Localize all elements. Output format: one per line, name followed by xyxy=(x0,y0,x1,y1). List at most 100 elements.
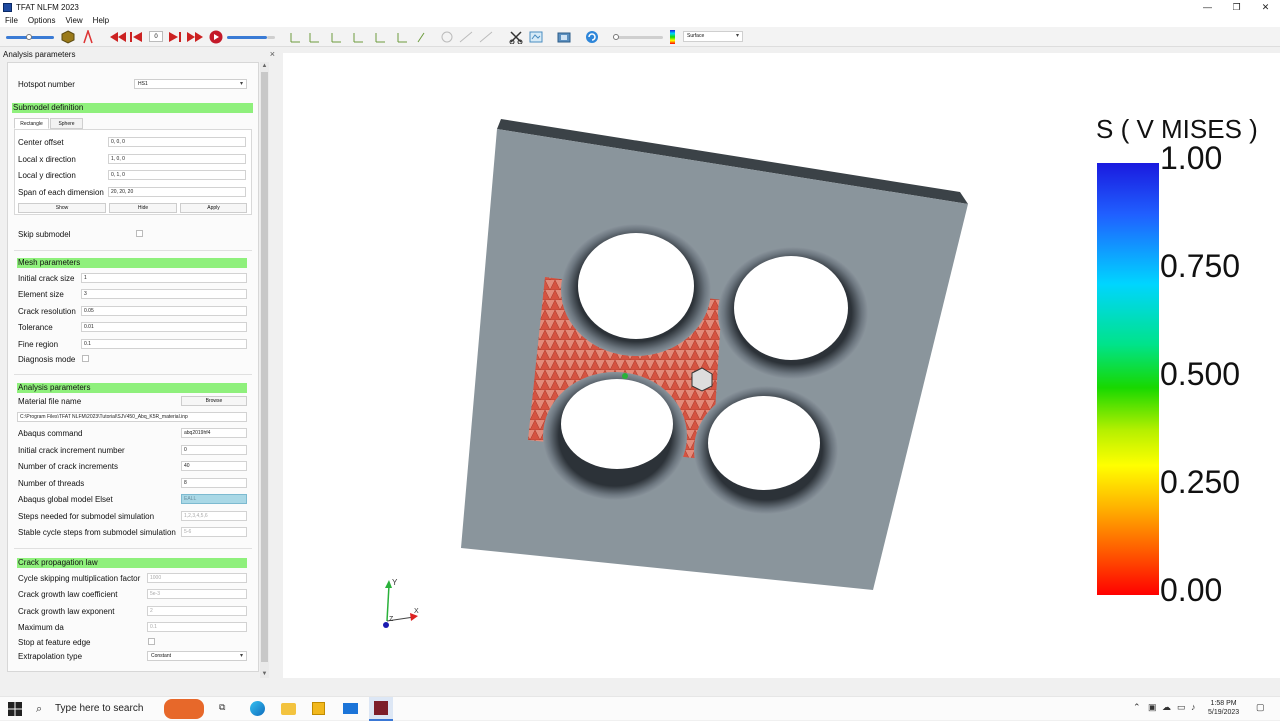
cut-icon[interactable] xyxy=(508,29,524,45)
extrapolation-select[interactable]: Constant ▾ xyxy=(147,651,247,661)
browse-button[interactable]: Browse xyxy=(181,396,247,406)
hide-button[interactable]: Hide xyxy=(109,203,177,213)
store-icon[interactable] xyxy=(312,702,325,715)
analysis-header: Analysis parameters xyxy=(17,383,247,393)
scroll-down-icon[interactable]: ▼ xyxy=(260,670,269,678)
fast-forward-icon[interactable] xyxy=(187,29,203,45)
panel-header: Analysis parameters × xyxy=(0,48,279,61)
maximize-button[interactable]: ❐ xyxy=(1222,0,1251,14)
tray-chevron-icon[interactable]: ⌃ xyxy=(1133,702,1141,713)
hole-1 xyxy=(561,224,711,356)
material-path-field[interactable]: C:\Program Files\TFAT NLFM\2023\Tutorial… xyxy=(17,412,247,422)
axis-triad: Y Z X xyxy=(383,578,419,628)
menu-help[interactable]: Help xyxy=(88,14,114,27)
show-button[interactable]: Show xyxy=(18,203,106,213)
task-view-icon[interactable]: ⧉ xyxy=(219,702,225,713)
center-offset-field[interactable]: 0, 0, 0 xyxy=(108,137,246,147)
cloud-icon[interactable]: ☁ xyxy=(1162,702,1171,713)
skip-submodel-checkbox[interactable] xyxy=(136,230,143,237)
animation-slider[interactable] xyxy=(227,33,275,41)
legend-tick: 1.00 xyxy=(1160,140,1223,176)
elset-field[interactable]: EALL xyxy=(181,494,247,504)
crack-resolution-field[interactable]: 0.05 xyxy=(81,306,247,316)
abaqus-command-label: Abaqus command xyxy=(18,429,83,438)
menu-view[interactable]: View xyxy=(60,14,87,27)
camera-icon[interactable] xyxy=(556,29,572,45)
clock[interactable]: 1:58 PM 5/19/2023 xyxy=(1208,699,1239,717)
view-icon[interactable] xyxy=(528,29,544,45)
max-da-field[interactable]: 0.1 xyxy=(147,622,247,632)
crack-icon[interactable] xyxy=(81,29,95,45)
cycle-skipping-field[interactable]: 1000 xyxy=(147,573,247,583)
tab-sphere[interactable]: Sphere xyxy=(50,118,83,129)
plate-model[interactable] xyxy=(440,110,980,600)
menu-options[interactable]: Options xyxy=(23,14,61,27)
scroll-thumb[interactable] xyxy=(261,72,268,662)
local-y-field[interactable]: 0, 1, 0 xyxy=(108,170,246,180)
close-button[interactable]: ✕ xyxy=(1251,0,1280,14)
shield-icon[interactable] xyxy=(60,29,76,45)
diagnosis-mode-checkbox[interactable] xyxy=(82,355,89,362)
minimize-button[interactable]: — xyxy=(1193,0,1222,14)
opacity-slider[interactable] xyxy=(613,33,663,41)
tray-app-icon[interactable]: ▣ xyxy=(1148,702,1157,713)
menu-file[interactable]: File xyxy=(0,14,23,27)
material-file-label: Material file name xyxy=(18,397,82,406)
num-increments-field[interactable]: 40 xyxy=(181,461,247,471)
scale-slider[interactable] xyxy=(6,33,54,41)
stable-steps-field[interactable]: 5-6 xyxy=(181,527,247,537)
tfat-app-icon[interactable] xyxy=(369,697,393,721)
chevron-down-icon: ▾ xyxy=(239,653,243,659)
initial-increment-field[interactable]: 0 xyxy=(181,445,247,455)
file-explorer-icon[interactable] xyxy=(281,703,296,715)
element-size-field[interactable]: 3 xyxy=(81,289,247,299)
span-field[interactable]: 20, 20, 20 xyxy=(108,187,246,197)
extrapolation-label: Extrapolation type xyxy=(18,652,83,661)
initial-crack-size-field[interactable]: 1 xyxy=(81,273,247,283)
stable-steps-label: Stable cycle steps from submodel simulat… xyxy=(18,528,176,537)
scroll-up-icon[interactable]: ▲ xyxy=(260,62,269,70)
steps-needed-label: Steps needed for submodel simulation xyxy=(18,512,155,521)
window-title: TFAT NLFM 2023 xyxy=(16,2,79,12)
max-da-label: Maximum da xyxy=(18,623,64,632)
record-icon[interactable] xyxy=(208,29,224,45)
volume-icon[interactable]: ♪ xyxy=(1191,702,1196,712)
display-mode-select[interactable]: Surface ▾ xyxy=(683,31,743,42)
tolerance-label: Tolerance xyxy=(18,323,53,332)
search-icon[interactable]: ⌕ xyxy=(36,703,42,716)
apply-button[interactable]: Apply xyxy=(180,203,247,213)
local-x-field[interactable]: 1, 0, 0 xyxy=(108,154,246,164)
panel-scrollbar[interactable]: ▲ ▼ xyxy=(260,62,269,678)
step-back-icon[interactable] xyxy=(130,29,144,45)
fine-region-label: Fine region xyxy=(18,340,59,349)
axes-icons[interactable] xyxy=(288,29,428,45)
tab-rectangle[interactable]: Rectangle xyxy=(14,118,49,129)
coefficient-field[interactable]: 5e-3 xyxy=(147,589,247,599)
hotspot-select[interactable]: HS1 ▾ xyxy=(134,79,247,89)
mesh-header: Mesh parameters xyxy=(17,258,247,268)
center-offset-label: Center offset xyxy=(18,138,64,147)
threads-field[interactable]: 8 xyxy=(181,478,247,488)
fine-region-field[interactable]: 0.1 xyxy=(81,339,247,349)
exponent-field[interactable]: 2 xyxy=(147,606,247,616)
num-increments-label: Number of crack increments xyxy=(18,462,119,471)
diagnosis-mode-label: Diagnosis mode xyxy=(18,355,76,364)
abaqus-command-field[interactable]: abq2019hf4 xyxy=(181,428,247,438)
mail-icon[interactable] xyxy=(343,703,358,714)
windows-start-icon[interactable] xyxy=(8,702,22,716)
stop-feature-checkbox[interactable] xyxy=(148,638,155,645)
panel-close-icon[interactable]: × xyxy=(270,49,275,59)
notifications-icon[interactable]: ▢ xyxy=(1256,702,1265,713)
frame-input[interactable]: 0 xyxy=(149,31,163,42)
steps-needed-field[interactable]: 1,2,3,4,5,6 xyxy=(181,511,247,521)
refresh-icon[interactable] xyxy=(584,29,600,45)
rewind-icon[interactable] xyxy=(110,29,126,45)
play-icon[interactable] xyxy=(169,29,183,45)
taskbar-search[interactable]: Type here to search xyxy=(55,703,143,714)
legend-tick: 0.750 xyxy=(1160,248,1241,284)
elset-label: Abaqus global model Elset xyxy=(18,495,113,504)
color-map-icon[interactable] xyxy=(667,29,677,45)
tolerance-field[interactable]: 0.01 xyxy=(81,322,247,332)
edge-icon[interactable] xyxy=(250,701,265,716)
network-icon[interactable]: ▭ xyxy=(1177,702,1186,713)
